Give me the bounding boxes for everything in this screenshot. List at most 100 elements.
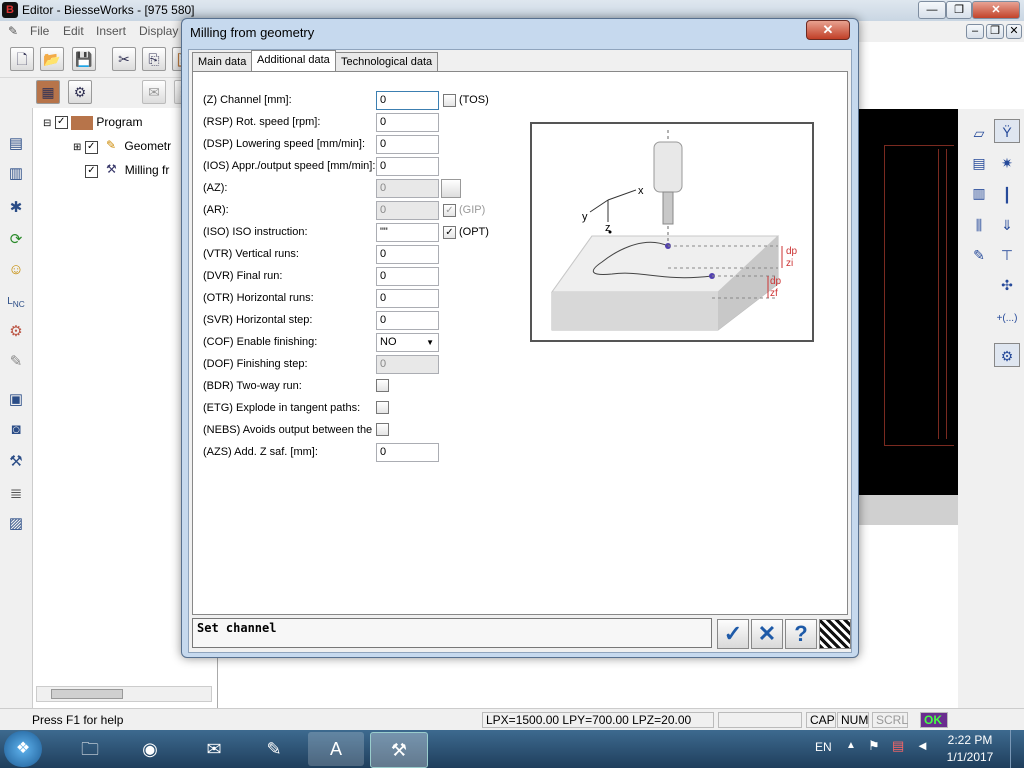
- settings-tool-icon[interactable]: ⚙: [994, 343, 1020, 367]
- tree-item-geometry[interactable]: ⊞ ✓ ✎ Geometr: [73, 138, 171, 156]
- autocad-icon[interactable]: A: [308, 732, 364, 766]
- list-icon[interactable]: ≣: [4, 482, 28, 506]
- collapse-icon[interactable]: ⊟: [43, 118, 51, 129]
- language-indicator[interactable]: EN: [815, 740, 832, 754]
- cross-tool-icon[interactable]: ✣: [994, 273, 1020, 297]
- mill-tool-icon[interactable]: Ϋ: [994, 119, 1020, 143]
- mdi-minimize-button[interactable]: –: [966, 24, 984, 39]
- panel-tool-icon[interactable]: ▱: [966, 121, 992, 145]
- flag-icon[interactable]: ⚑: [868, 738, 880, 754]
- cancel-button[interactable]: ✕: [751, 619, 783, 649]
- horizontal-runs-input[interactable]: 0: [376, 289, 439, 308]
- mdi-close-button[interactable]: ✕: [1006, 24, 1022, 39]
- tab-additional-data[interactable]: Additional data: [251, 50, 336, 72]
- finishing-step-input[interactable]: 0: [376, 355, 439, 374]
- approach-speed-input[interactable]: 0: [376, 157, 439, 176]
- help-button[interactable]: ?: [785, 619, 817, 649]
- expand-icon[interactable]: ⊞: [73, 142, 81, 153]
- refresh-icon[interactable]: ⟳: [4, 228, 28, 252]
- tree-item-checkbox[interactable]: ✓: [84, 140, 98, 154]
- monitor-icon[interactable]: ◙: [4, 418, 28, 442]
- edit-panel-icon[interactable]: ✎: [966, 243, 992, 267]
- tool-panel-icon[interactable]: ▤: [4, 132, 28, 156]
- rot-speed-input[interactable]: 0: [376, 113, 439, 132]
- bug-icon[interactable]: ✱: [4, 196, 28, 220]
- cut-icon[interactable]: ✂: [112, 47, 136, 71]
- tee-tool-icon[interactable]: ⊤: [994, 243, 1020, 267]
- lowering-speed-input[interactable]: 0: [376, 135, 439, 154]
- horizontal-step-input[interactable]: 0: [376, 311, 439, 330]
- cad-app-icon[interactable]: ✎: [246, 732, 302, 766]
- explode-tangent-checkbox[interactable]: [376, 401, 389, 414]
- drawing-canvas[interactable]: [858, 109, 958, 495]
- tos-checkbox[interactable]: [443, 94, 456, 107]
- restore-button[interactable]: ❐: [946, 1, 972, 19]
- minimize-button[interactable]: —: [918, 1, 946, 19]
- note-icon[interactable]: ✎: [4, 350, 28, 374]
- biesseworks-icon[interactable]: ⚒: [370, 732, 428, 768]
- channel-input[interactable]: 0: [376, 91, 439, 110]
- down-tool-icon[interactable]: ⇓: [994, 213, 1020, 237]
- tree-horizontal-scrollbar[interactable]: [36, 686, 212, 702]
- scrollbar-thumb[interactable]: [51, 689, 123, 699]
- menu-insert[interactable]: Insert: [96, 24, 126, 38]
- clock-time[interactable]: 2:22 PM: [940, 733, 1000, 747]
- two-way-run-checkbox[interactable]: [376, 379, 389, 392]
- tool-sheet-icon[interactable]: ▥: [4, 162, 28, 186]
- add-z-safety-input[interactable]: 0: [376, 443, 439, 462]
- network-icon[interactable]: ▤: [892, 738, 904, 754]
- tree-root-checkbox[interactable]: ✓: [54, 116, 68, 130]
- gip-checkbox[interactable]: ✓: [443, 204, 456, 217]
- vertical-runs-input[interactable]: 0: [376, 245, 439, 264]
- menu-display[interactable]: Display: [139, 24, 178, 38]
- menu-file[interactable]: File: [30, 24, 49, 38]
- copy-icon[interactable]: ⎘: [142, 47, 166, 71]
- hatch-pattern-button[interactable]: [819, 619, 851, 649]
- report-icon[interactable]: ▨: [4, 512, 28, 536]
- comment-icon[interactable]: ✉: [142, 80, 166, 104]
- tree-item-milling[interactable]: ✓ ⚒ Milling fr: [85, 162, 169, 180]
- dialog-close-button[interactable]: ✕: [806, 20, 850, 40]
- chrome-icon[interactable]: ◉: [122, 732, 178, 766]
- tab-technological-data[interactable]: Technological data: [335, 52, 439, 71]
- ar-input[interactable]: 0: [376, 201, 439, 220]
- explorer-icon[interactable]: 🗀: [62, 732, 118, 766]
- mdi-restore-button[interactable]: ❐: [986, 24, 1004, 39]
- menu-edit[interactable]: Edit: [63, 24, 84, 38]
- final-run-input[interactable]: 0: [376, 267, 439, 286]
- menu-app-icon[interactable]: ✎: [8, 24, 18, 38]
- tree-item-checkbox[interactable]: ✓: [85, 164, 98, 178]
- clock-date[interactable]: 1/1/2017: [940, 750, 1000, 764]
- wrench-icon[interactable]: ⚒: [4, 450, 28, 474]
- close-button[interactable]: ✕: [972, 1, 1020, 19]
- material-icon[interactable]: ▦: [36, 80, 60, 104]
- machine-icon[interactable]: ⚙: [68, 80, 92, 104]
- iso-instruction-input[interactable]: "": [376, 223, 439, 242]
- az-input[interactable]: 0: [376, 179, 439, 198]
- add-more-icon[interactable]: +(...): [994, 307, 1020, 331]
- tray-expand-icon[interactable]: ▲: [846, 740, 856, 751]
- ok-button[interactable]: ✓: [717, 619, 749, 649]
- messenger-icon[interactable]: ✉: [186, 732, 242, 766]
- panel-tool3-icon[interactable]: ▥: [966, 181, 992, 205]
- tree-root[interactable]: ⊟ ✓ Program: [43, 115, 142, 130]
- tab-main-data[interactable]: Main data: [192, 52, 253, 71]
- tool-db-icon[interactable]: ▣: [4, 388, 28, 412]
- enable-finishing-select[interactable]: NO ▼: [376, 333, 439, 352]
- start-button[interactable]: ❖: [4, 731, 42, 767]
- save-icon[interactable]: 💾: [72, 47, 96, 71]
- smiley-icon[interactable]: ☺: [4, 258, 28, 282]
- avoid-output-checkbox[interactable]: [376, 423, 389, 436]
- volume-icon[interactable]: ◄: [916, 738, 929, 753]
- panel-tool2-icon[interactable]: ▤: [966, 151, 992, 175]
- az-picker-button[interactable]: [441, 179, 461, 198]
- vertical-bar-icon[interactable]: ┃: [994, 183, 1020, 207]
- new-file-icon[interactable]: 🗋: [10, 47, 34, 71]
- opt-checkbox[interactable]: ✓: [443, 226, 456, 239]
- drill-group-icon[interactable]: ⫼: [966, 213, 992, 237]
- open-folder-icon[interactable]: 📂: [40, 47, 64, 71]
- show-desktop-button[interactable]: [1010, 730, 1024, 768]
- lnc-icon[interactable]: LNC: [4, 290, 28, 314]
- gears-icon[interactable]: ⚙: [4, 320, 28, 344]
- cog-icon[interactable]: ✷: [994, 151, 1020, 175]
